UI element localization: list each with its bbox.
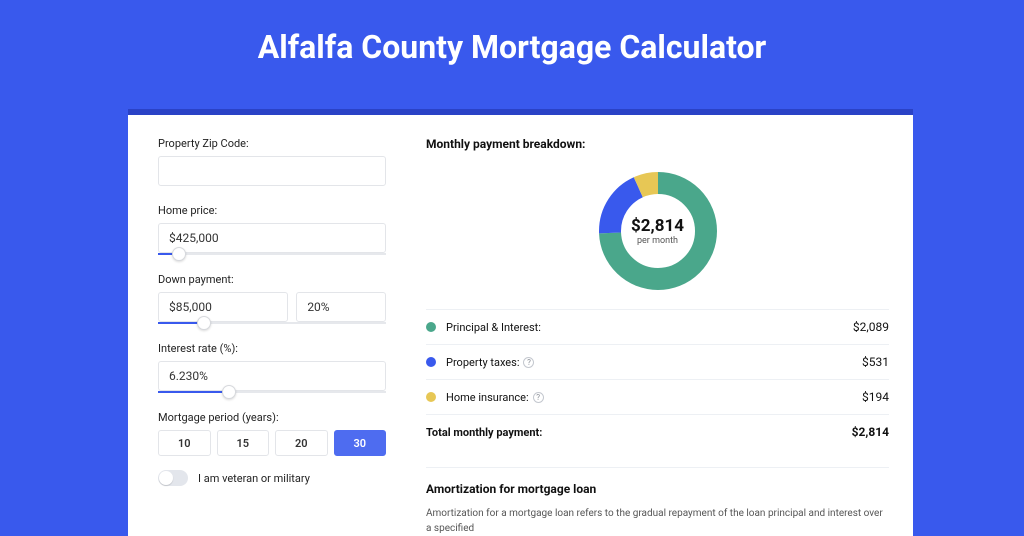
donut-amount: $2,814 — [631, 216, 684, 236]
calculator-card: Property Zip Code: Home price: Down paym… — [128, 115, 913, 536]
period-label: Mortgage period (years): — [158, 411, 386, 424]
legend-dot — [426, 322, 436, 332]
legend-dot — [426, 357, 436, 367]
donut-chart: $2,814 per month — [426, 161, 889, 309]
slider-thumb[interactable] — [222, 385, 236, 399]
slider-thumb[interactable] — [172, 247, 186, 261]
interest-field: Interest rate (%): — [158, 342, 386, 393]
legend-row: Home insurance:?$194 — [426, 380, 889, 415]
interest-rate-label: Interest rate (%): — [158, 342, 386, 355]
legend-row: Principal & Interest:$2,089 — [426, 310, 889, 345]
down-payment-amount-input[interactable] — [158, 292, 288, 322]
home-price-slider[interactable] — [158, 253, 386, 255]
legend-value: $2,089 — [853, 320, 889, 334]
donut-center: $2,814 per month — [594, 167, 722, 295]
home-price-input[interactable] — [158, 223, 386, 253]
down-payment-slider[interactable] — [158, 322, 386, 324]
page-title: Alfalfa County Mortgage Calculator — [0, 0, 1024, 88]
home-price-field: Home price: — [158, 204, 386, 255]
legend-label: Principal & Interest: — [446, 321, 853, 334]
down-payment-label: Down payment: — [158, 273, 386, 286]
total-row: Total monthly payment: $2,814 — [426, 415, 889, 449]
amortization-heading: Amortization for mortgage loan — [426, 482, 889, 496]
legend-row: Property taxes:?$531 — [426, 345, 889, 380]
period-btn-30[interactable]: 30 — [334, 430, 387, 456]
zip-field: Property Zip Code: — [158, 137, 386, 186]
toggle-knob — [159, 471, 173, 485]
veteran-label: I am veteran or military — [198, 472, 310, 485]
period-field: Mortgage period (years): 10152030 — [158, 411, 386, 456]
home-price-label: Home price: — [158, 204, 386, 217]
legend-value: $531 — [862, 355, 889, 369]
zip-input[interactable] — [158, 156, 386, 186]
amortization-desc: Amortization for a mortgage loan refers … — [426, 506, 889, 536]
breakdown-heading: Monthly payment breakdown: — [426, 137, 889, 151]
period-btn-20[interactable]: 20 — [275, 430, 328, 456]
period-btn-10[interactable]: 10 — [158, 430, 211, 456]
breakdown-pane: Monthly payment breakdown: $2,814 per mo… — [408, 115, 913, 536]
slider-thumb[interactable] — [197, 316, 211, 330]
veteran-field: I am veteran or military — [158, 470, 386, 486]
down-payment-percent-input[interactable] — [296, 292, 386, 322]
legend-label: Home insurance:? — [446, 391, 862, 404]
down-payment-field: Down payment: — [158, 273, 386, 324]
legend-dot — [426, 392, 436, 402]
total-label: Total monthly payment: — [426, 426, 852, 439]
donut-subtext: per month — [637, 236, 678, 246]
period-btn-15[interactable]: 15 — [217, 430, 270, 456]
legend-value: $194 — [862, 390, 889, 404]
zip-label: Property Zip Code: — [158, 137, 386, 150]
help-icon[interactable]: ? — [533, 392, 544, 403]
amortization-block: Amortization for mortgage loan Amortizat… — [426, 467, 889, 536]
interest-rate-input[interactable] — [158, 361, 386, 391]
inputs-pane: Property Zip Code: Home price: Down paym… — [128, 115, 408, 536]
total-value: $2,814 — [852, 425, 889, 439]
veteran-toggle[interactable] — [158, 470, 188, 486]
help-icon[interactable]: ? — [523, 357, 534, 368]
interest-rate-slider[interactable] — [158, 391, 386, 393]
legend: Principal & Interest:$2,089Property taxe… — [426, 309, 889, 415]
legend-label: Property taxes:? — [446, 356, 862, 369]
